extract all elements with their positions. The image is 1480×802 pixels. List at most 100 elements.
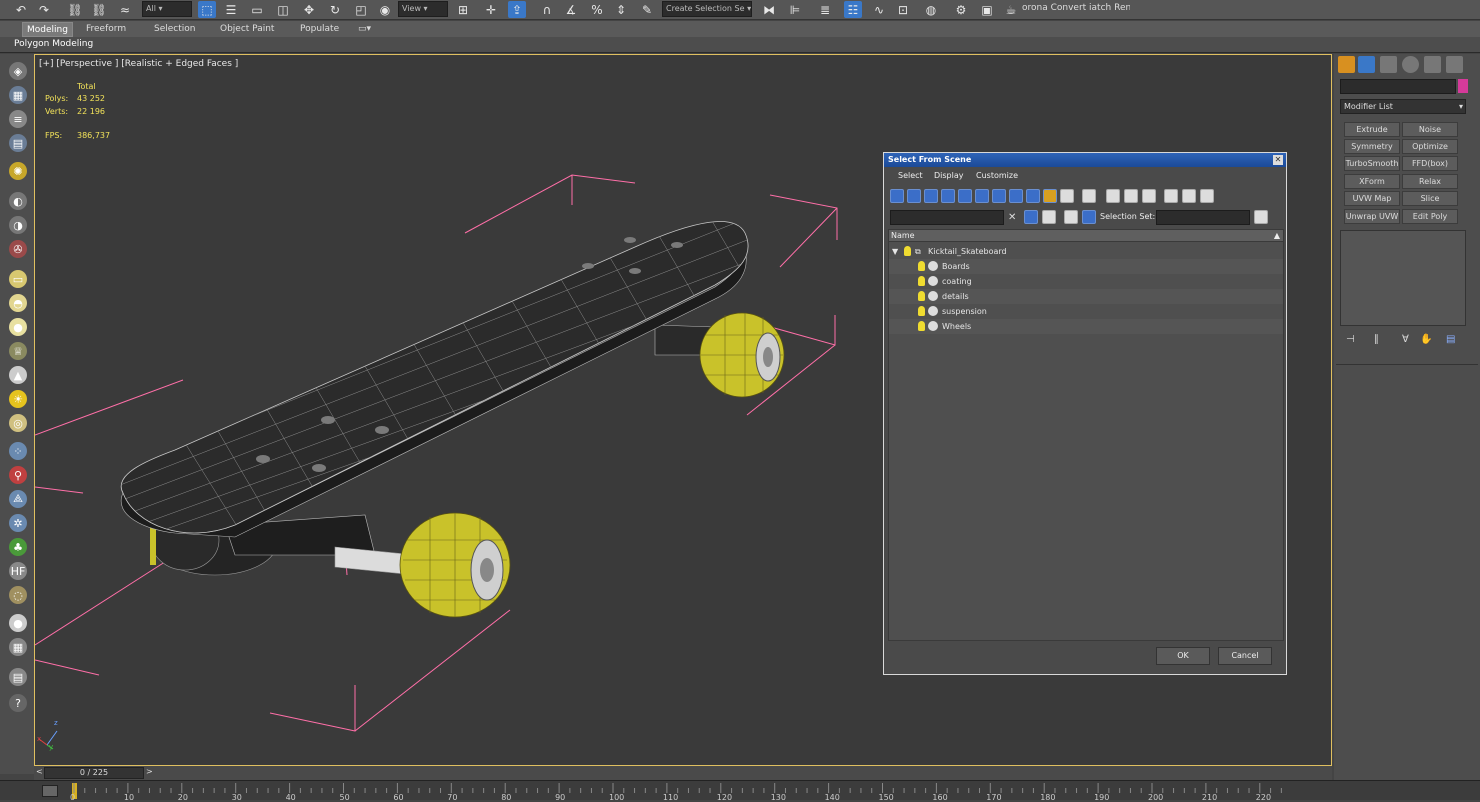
render-production-icon[interactable]: ☕: [1002, 1, 1020, 18]
modify-tab-icon[interactable]: [1358, 56, 1375, 73]
modifier-slice-button[interactable]: Slice: [1402, 191, 1458, 206]
edit-named-selection-icon[interactable]: ✎: [638, 1, 656, 18]
scene-explorer-icon[interactable]: ☷: [844, 1, 862, 18]
modifier-extrude-button[interactable]: Extrude: [1344, 122, 1400, 137]
filter-icon[interactable]: [1164, 189, 1178, 203]
display-groups-icon[interactable]: [992, 189, 1006, 203]
camera-icon[interactable]: ◐: [9, 192, 27, 210]
display-hidden-icon[interactable]: [1082, 189, 1096, 203]
selection-set-icon[interactable]: [1082, 210, 1096, 224]
select-by-name-icon[interactable]: ☰: [222, 1, 240, 18]
script-icon[interactable]: ▤: [9, 668, 27, 686]
selection-set-dropdown[interactable]: [1156, 210, 1250, 225]
object-color-swatch[interactable]: [1458, 79, 1468, 93]
modifier-stack[interactable]: [1340, 230, 1466, 326]
display-shapes-icon[interactable]: [907, 189, 921, 203]
display-frozen-icon[interactable]: [1060, 189, 1074, 203]
next-frame-button[interactable]: >: [146, 767, 153, 776]
redo-icon[interactable]: ↷: [35, 1, 53, 18]
hierarchy-filter-icon[interactable]: [1182, 189, 1196, 203]
percent-snap-icon[interactable]: %: [588, 1, 606, 18]
modifier-relax-button[interactable]: Relax: [1402, 174, 1458, 189]
teapot-icon[interactable]: ◎: [9, 414, 27, 432]
render-setup-icon[interactable]: ⚙: [952, 1, 970, 18]
visibility-bulb-icon[interactable]: [918, 261, 925, 271]
modifier-xform-button[interactable]: XForm: [1344, 174, 1400, 189]
modifier-symmetry-button[interactable]: Symmetry: [1344, 139, 1400, 154]
visibility-bulb-icon[interactable]: [918, 306, 925, 316]
display-spacewarps-icon[interactable]: [975, 189, 989, 203]
cone-primitive-icon[interactable]: ▲: [9, 366, 27, 384]
layer-icon[interactable]: [1042, 210, 1056, 224]
remove-modifier-icon[interactable]: ✋: [1420, 334, 1432, 345]
tab-selection[interactable]: Selection: [150, 22, 199, 37]
viewport-label[interactable]: [+] [Perspective ] [Realistic + Edged Fa…: [39, 59, 238, 69]
spinner-snap-icon[interactable]: ⇕: [612, 1, 630, 18]
layer-explorer-icon[interactable]: ≣: [816, 1, 834, 18]
tree-row[interactable]: coating: [889, 274, 1283, 289]
ribbon-subtitle[interactable]: Polygon Modeling: [14, 39, 93, 49]
curve-editor-icon[interactable]: ∿: [870, 1, 888, 18]
ribbon-options-icon[interactable]: ▭▾: [354, 22, 375, 37]
reference-coordinate-dropdown[interactable]: View ▾: [398, 1, 448, 17]
menu-display[interactable]: Display: [934, 171, 964, 180]
align-icon[interactable]: ⊫: [786, 1, 804, 18]
display-none-icon[interactable]: [1124, 189, 1138, 203]
rendered-frame-window-icon[interactable]: ▣: [978, 1, 996, 18]
options-icon[interactable]: [1200, 189, 1214, 203]
mirror-icon[interactable]: ⧓: [760, 1, 778, 18]
object-name-field[interactable]: [1340, 79, 1456, 94]
display-all-icon[interactable]: [1106, 189, 1120, 203]
utilities-tab-icon[interactable]: [1446, 56, 1463, 73]
table-icon[interactable]: ▦: [9, 638, 27, 656]
modifier-edit-poly-button[interactable]: Edit Poly: [1402, 209, 1458, 224]
tab-object-paint[interactable]: Object Paint: [216, 22, 278, 37]
grid-icon[interactable]: ▤: [9, 134, 27, 152]
hierarchy-tab-icon[interactable]: [1380, 56, 1397, 73]
menu-select[interactable]: Select: [898, 171, 923, 180]
window-crossing-icon[interactable]: ◫: [274, 1, 292, 18]
material-editor-icon[interactable]: ◍: [922, 1, 940, 18]
dynamics-icon[interactable]: ⚲: [9, 466, 27, 484]
layers-icon[interactable]: [1064, 210, 1078, 224]
clear-filter-icon[interactable]: ✕: [1008, 212, 1016, 223]
box-primitive-icon[interactable]: ▭: [9, 270, 27, 288]
visibility-bulb-icon[interactable]: [904, 246, 911, 256]
prev-frame-button[interactable]: <: [36, 767, 43, 776]
modifier-optimize-button[interactable]: Optimize: [1402, 139, 1458, 154]
particles-icon[interactable]: ⁘: [9, 442, 27, 460]
place-icon[interactable]: ◉: [376, 1, 394, 18]
modifier-unwrap-uvw-button[interactable]: Unwrap UVW: [1344, 209, 1400, 224]
rectangular-selection-icon[interactable]: ▭: [248, 1, 266, 18]
create-panel-icon[interactable]: ▦: [9, 86, 27, 104]
pin-stack-icon[interactable]: ⊣: [1346, 334, 1355, 345]
network-icon[interactable]: ✲: [9, 514, 27, 532]
tree-row[interactable]: suspension: [889, 304, 1283, 319]
named-selection-sets-dropdown[interactable]: Create Selection Se ▾: [662, 1, 752, 17]
help-icon[interactable]: ?: [9, 694, 27, 712]
tab-modeling[interactable]: Modeling: [22, 22, 73, 37]
create-shapes-icon[interactable]: ◈: [9, 62, 27, 80]
ok-button[interactable]: OK: [1156, 647, 1210, 665]
motion-tab-icon[interactable]: [1402, 56, 1419, 73]
tab-populate[interactable]: Populate: [296, 22, 343, 37]
modifier-uvw-map-button[interactable]: UVW Map: [1344, 191, 1400, 206]
visibility-bulb-icon[interactable]: [918, 276, 925, 286]
display-cameras-icon[interactable]: [941, 189, 955, 203]
show-end-result-icon[interactable]: ∥: [1374, 334, 1379, 345]
configure-modifier-sets-icon[interactable]: ▤: [1446, 334, 1455, 345]
cancel-button[interactable]: Cancel: [1218, 647, 1272, 665]
cloth-icon[interactable]: ◌: [9, 586, 27, 604]
filter-toggle-icon[interactable]: [1024, 210, 1038, 224]
render-icon[interactable]: ●: [9, 614, 27, 632]
helper-icon[interactable]: ◑: [9, 216, 27, 234]
select-manipulate-icon[interactable]: ✛: [482, 1, 500, 18]
tree-row[interactable]: details: [889, 289, 1283, 304]
scale-icon[interactable]: ◰: [352, 1, 370, 18]
select-object-icon[interactable]: ⬚: [198, 1, 216, 18]
pivot-center-icon[interactable]: ⊞: [454, 1, 472, 18]
bind-space-warp-icon[interactable]: ≈: [116, 1, 134, 18]
link-icon[interactable]: ⛓: [66, 1, 84, 18]
sort-ascending-icon[interactable]: ▲: [1274, 230, 1280, 242]
selection-set-options-icon[interactable]: [1254, 210, 1268, 224]
